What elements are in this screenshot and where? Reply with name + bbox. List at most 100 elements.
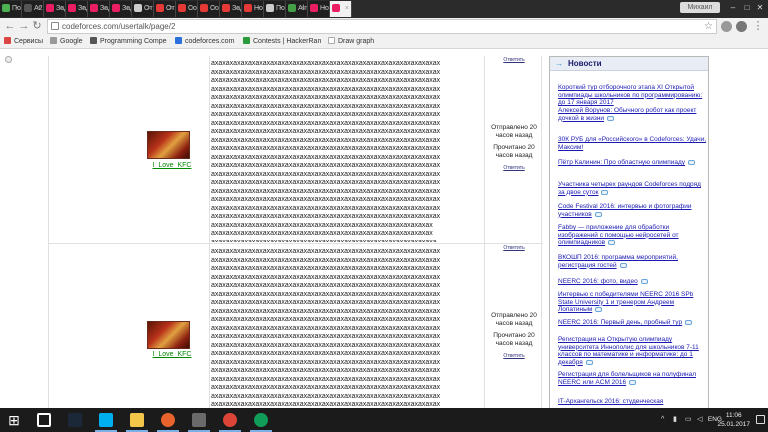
news-link[interactable]: Короткий тур отборочного этапа XI Открыт… <box>558 84 702 106</box>
news-link[interactable]: Code Festival 2016: интервью и фотографи… <box>558 203 691 218</box>
close-tab-icon[interactable]: × <box>81 1 85 17</box>
browser-tab[interactable]: Зада× <box>44 1 66 17</box>
task-view-icon[interactable] <box>30 408 58 432</box>
news-link[interactable]: IT-Архангельск 2016: студенческая <box>558 398 663 405</box>
comment-icon[interactable] <box>685 320 693 325</box>
browser-tab[interactable]: Пон× <box>264 1 286 17</box>
bookmark-google[interactable]: Google <box>50 37 83 47</box>
close-tab-icon[interactable]: × <box>37 1 41 17</box>
profile-button[interactable]: Михаил <box>680 2 720 13</box>
browser-tab[interactable]: Зад× <box>220 1 242 17</box>
forward-icon[interactable]: → <box>18 20 30 33</box>
message-line: axaxaxaxaxaxaxaxaxaxaxaxaxaxaxaxaxaxaxax… <box>211 196 441 203</box>
news-link[interactable]: Участника четырех раундов Codeforces под… <box>558 181 701 196</box>
reply-link[interactable]: Ответить <box>485 352 543 360</box>
browser-tab[interactable]: × <box>330 1 352 17</box>
back-icon[interactable]: ← <box>4 20 16 33</box>
reload-icon[interactable]: ↻ <box>31 20 43 33</box>
comment-icon[interactable] <box>594 211 602 217</box>
news-link[interactable]: 30К РУБ для «Российского» в Codeforces: … <box>558 136 706 151</box>
comment-icon[interactable] <box>595 307 603 312</box>
reply-link[interactable]: Ответить <box>485 244 543 252</box>
chrome-icon[interactable] <box>216 408 244 432</box>
news-link[interactable]: Регистрация для болельщиков на полуфинал… <box>558 371 696 386</box>
menu-icon[interactable]: ⋮ <box>752 20 764 33</box>
comment-icon[interactable] <box>608 240 616 245</box>
file-explorer-icon[interactable] <box>123 408 151 432</box>
bookmark-programming[interactable]: Programming Compe <box>90 37 167 47</box>
bookmark-apps[interactable]: Сервисы <box>4 37 43 47</box>
browser-tab[interactable]: Нов× <box>308 1 330 17</box>
news-link[interactable]: Fabby — приложение для обработки изображ… <box>558 224 679 246</box>
steam-icon[interactable] <box>61 408 89 432</box>
browser-tab[interactable]: Code× <box>176 1 198 17</box>
close-tab-icon[interactable]: × <box>103 1 107 17</box>
clock[interactable]: 11:06 25.01.2017 <box>717 411 750 429</box>
close-tab-icon[interactable]: × <box>257 1 261 17</box>
avatar[interactable] <box>147 131 190 159</box>
reply-link[interactable]: Ответить <box>485 164 543 172</box>
close-tab-icon[interactable]: × <box>323 1 327 17</box>
close-tab-icon[interactable]: × <box>345 1 349 17</box>
news-link[interactable]: NEERC 2016: фото, видео <box>558 278 638 285</box>
news-link[interactable]: NEERC 2016: Первый день, пробный тур <box>558 319 682 326</box>
skype-icon[interactable] <box>92 408 120 432</box>
network-icon[interactable]: ▮ <box>673 416 680 423</box>
comment-icon[interactable] <box>629 379 637 385</box>
close-tab-icon[interactable]: × <box>125 1 129 17</box>
news-link[interactable]: Алексей Ворунов: Обычного робот как прое… <box>558 107 696 122</box>
news-link[interactable]: Интервью с победителями NEERC 2016 SPb S… <box>558 291 693 313</box>
close-tab-icon[interactable]: × <box>213 1 217 17</box>
message-line: axaxaxaxaxaxaxaxaxaxaxaxaxaxaxaxaxaxaxax… <box>211 248 441 255</box>
news-link[interactable]: ВКОШП 2016: программа мероприятий, регис… <box>558 254 678 269</box>
news-link[interactable]: Пётр Калинин: Про областную олимпиаду <box>558 159 685 166</box>
reply-link[interactable]: Ответить <box>485 56 543 64</box>
close-tab-icon[interactable]: × <box>59 1 63 17</box>
bookmark-drawgraph[interactable]: Draw graph <box>328 37 374 47</box>
comment-icon[interactable] <box>601 189 609 195</box>
close-tab-icon[interactable]: × <box>235 1 239 17</box>
bookmark-hackerrank[interactable]: Contests | HackerRan <box>243 37 321 47</box>
close-tab-icon[interactable]: × <box>279 1 283 17</box>
comment-icon[interactable] <box>585 359 593 365</box>
news-link[interactable]: Регистрация на Открытую олимпиаду универ… <box>558 336 699 366</box>
minimize-button[interactable]: – <box>728 3 738 12</box>
chevron-up-icon[interactable]: ^ <box>661 416 668 423</box>
address-bar[interactable]: codeforces.com/usertalk/page/2 ☆ <box>47 19 717 34</box>
battery-icon[interactable]: ▭ <box>685 416 692 423</box>
close-window-button[interactable]: ✕ <box>755 3 765 12</box>
browser-tab[interactable]: Code× <box>198 1 220 17</box>
extension-icon[interactable] <box>736 21 747 32</box>
paint-icon[interactable] <box>154 408 182 432</box>
browser-tab[interactable]: Пол× <box>0 1 22 17</box>
comment-icon[interactable] <box>688 160 696 165</box>
avatar[interactable] <box>147 321 190 349</box>
close-tab-icon[interactable]: × <box>169 1 173 17</box>
comment-icon[interactable] <box>607 115 615 121</box>
browser-tab[interactable]: Зада× <box>110 1 132 17</box>
bookmark-star-icon[interactable]: ☆ <box>704 20 713 33</box>
notifications-icon[interactable] <box>756 415 765 424</box>
browser-tab[interactable]: A2 C× <box>22 1 44 17</box>
close-tab-icon[interactable]: × <box>191 1 195 17</box>
comment-icon[interactable] <box>619 262 627 268</box>
browser-tab[interactable]: Зада× <box>66 1 88 17</box>
comment-icon[interactable] <box>640 279 648 284</box>
browser-tab[interactable]: Alm× <box>286 1 308 17</box>
maximize-button[interactable]: □ <box>742 3 752 12</box>
close-tab-icon[interactable]: × <box>147 1 151 17</box>
close-tab-icon[interactable]: × <box>301 1 305 17</box>
bookmark-codeforces[interactable]: codeforces.com <box>175 37 234 47</box>
volume-icon[interactable]: ◁ <box>697 416 704 423</box>
extension-icon[interactable] <box>721 21 732 32</box>
browser-tab[interactable]: Зада× <box>88 1 110 17</box>
window-icon[interactable] <box>185 408 213 432</box>
close-tab-icon[interactable]: × <box>15 1 19 17</box>
username-link[interactable]: I_Love_KFC <box>147 351 197 358</box>
chrome-icon[interactable] <box>247 408 275 432</box>
browser-tab[interactable]: Отп× <box>154 1 176 17</box>
windows-logo-icon[interactable]: ⊞ <box>0 408 28 432</box>
username-link[interactable]: I_Love_KFC <box>147 162 197 169</box>
browser-tab[interactable]: Hom× <box>242 1 264 17</box>
browser-tab[interactable]: Отк× <box>132 1 154 17</box>
